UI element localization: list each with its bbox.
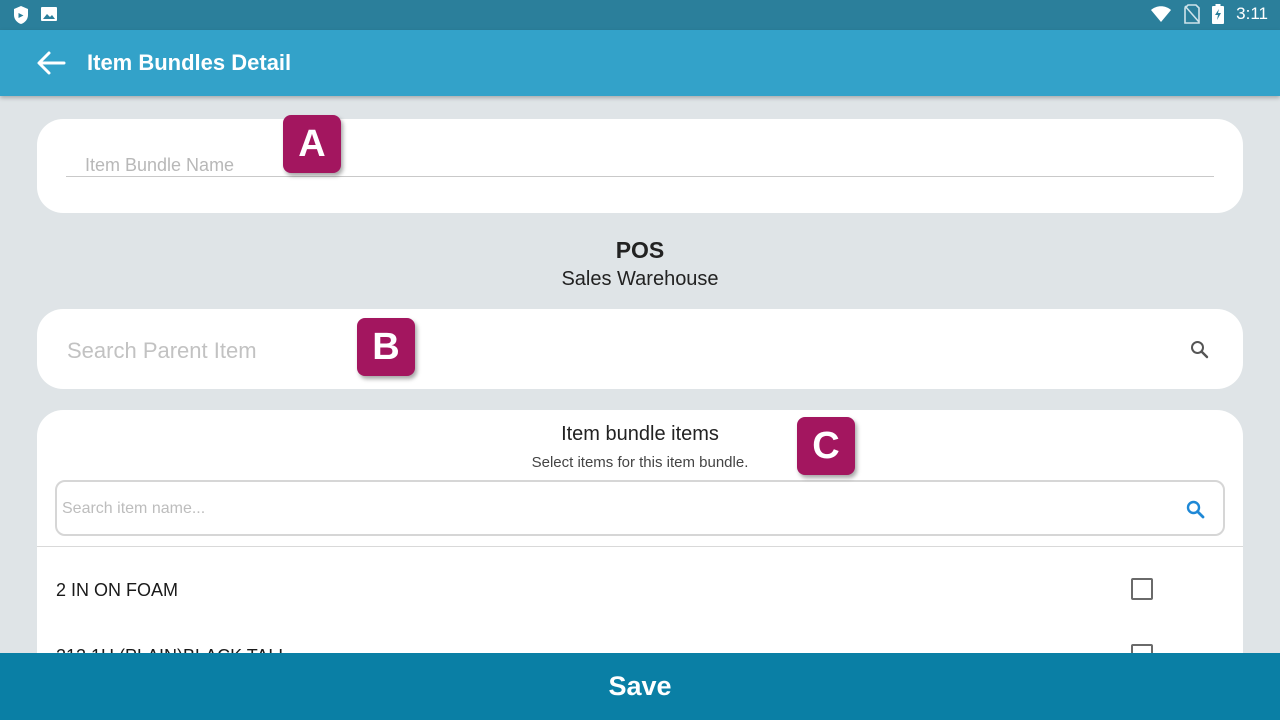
status-time: 3:11 [1236,4,1268,23]
annotation-badge-a: A [283,115,341,173]
status-bar: 3:11 [0,0,1280,30]
bundle-items-subheading: Select items for this item bundle. [531,454,749,471]
page-title: Item Bundles Detail [87,50,292,75]
list-item[interactable]: 2 IN ON FOAM [37,558,1243,622]
wifi-icon [1151,6,1172,22]
search-icon[interactable] [1189,339,1211,361]
list-item-checkbox[interactable] [1131,578,1153,600]
save-button[interactable]: Save [0,653,1280,720]
item-search-input[interactable]: Search item name... [55,480,1225,536]
bundle-items-card: Item bundle items Select items for this … [37,410,1243,670]
battery-charging-icon [1212,4,1225,24]
arrow-left-icon[interactable] [36,50,66,76]
bundle-items-heading: Item bundle items [561,423,719,445]
list-item-label: 2 IN ON FOAM [56,580,179,600]
no-sim-icon [1184,4,1200,24]
annotation-badge-c: C [797,417,855,475]
annotation-badge-b: B [357,318,415,376]
image-icon [41,7,57,21]
item-search-icon[interactable] [1185,499,1207,521]
location-title: POS [615,237,665,263]
divider [37,546,1243,547]
bundle-name-card: Item Bundle Name [37,119,1243,213]
parent-search-card[interactable]: Search Parent Item [37,309,1243,389]
item-search-placeholder: Search item name... [62,500,206,517]
bundle-name-field[interactable]: Item Bundle Name [66,135,1214,177]
parent-search-placeholder: Search Parent Item [67,338,257,363]
location-subtitle: Sales Warehouse [561,268,719,290]
bundle-name-placeholder: Item Bundle Name [85,155,235,175]
shield-icon [14,6,28,24]
app-bar: Item Bundles Detail [0,30,1280,96]
